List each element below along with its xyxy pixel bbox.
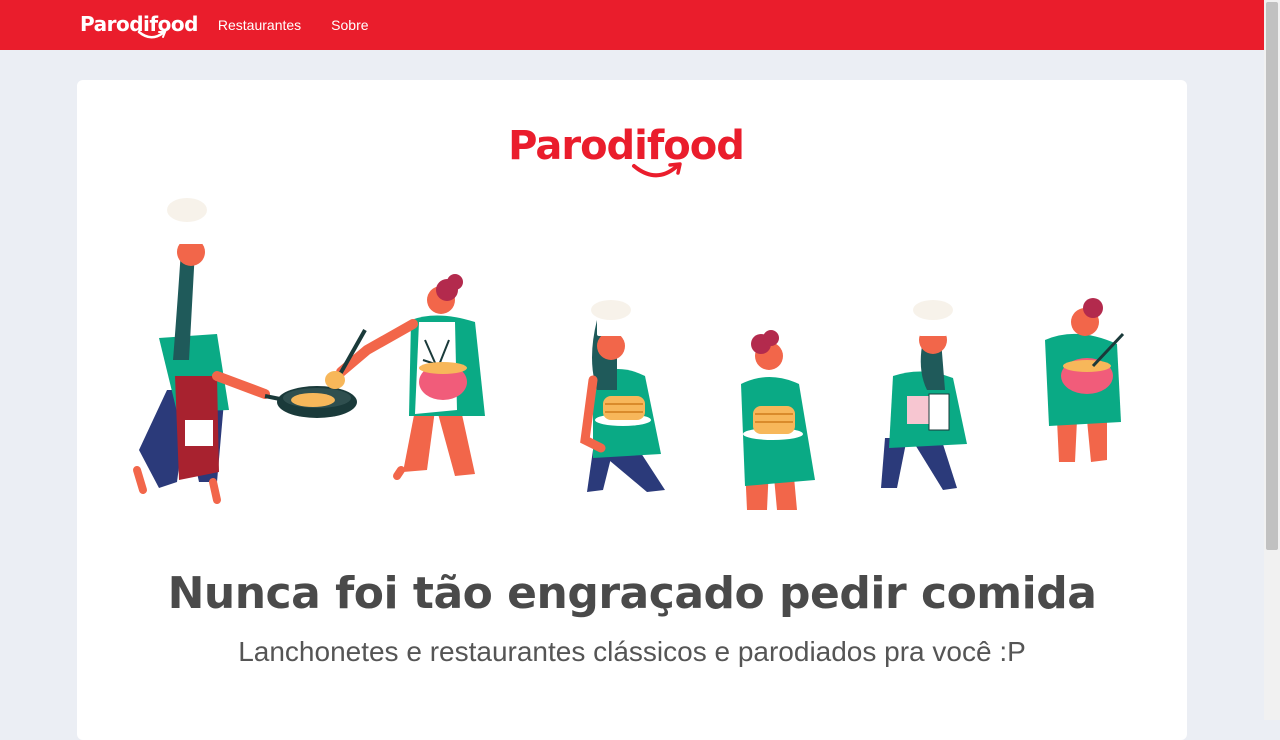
chef-whisking — [1045, 298, 1125, 462]
top-navbar: Parodifood Restaurantes Sobre — [0, 0, 1264, 50]
hero-logo: Parodifood — [77, 124, 1175, 180]
nav-link-sobre[interactable]: Sobre — [331, 17, 368, 33]
smile-arrow-icon — [632, 162, 682, 178]
page-scrollbar[interactable] — [1264, 0, 1280, 720]
nav-link-restaurantes[interactable]: Restaurantes — [218, 17, 301, 33]
chefs-illustration — [133, 198, 1125, 510]
chef-pancakes-1 — [580, 300, 665, 492]
smile-arrow-icon — [137, 30, 167, 39]
navbar-logo[interactable]: Parodifood — [80, 14, 198, 40]
hero-headline: Nunca foi tão engraçado pedir comida — [167, 568, 1097, 619]
hero-subheadline: Lanchonetes e restaurantes clássicos e p… — [238, 636, 1026, 667]
scrollbar-thumb[interactable] — [1266, 2, 1278, 550]
chef-with-milk — [881, 300, 967, 490]
chef-with-pan — [133, 198, 357, 504]
chef-with-bowl — [325, 274, 485, 480]
hero-card: Parodifood Nunca foi tão engraçado pedir… — [77, 80, 1187, 740]
chef-pancakes-2 — [741, 330, 815, 510]
